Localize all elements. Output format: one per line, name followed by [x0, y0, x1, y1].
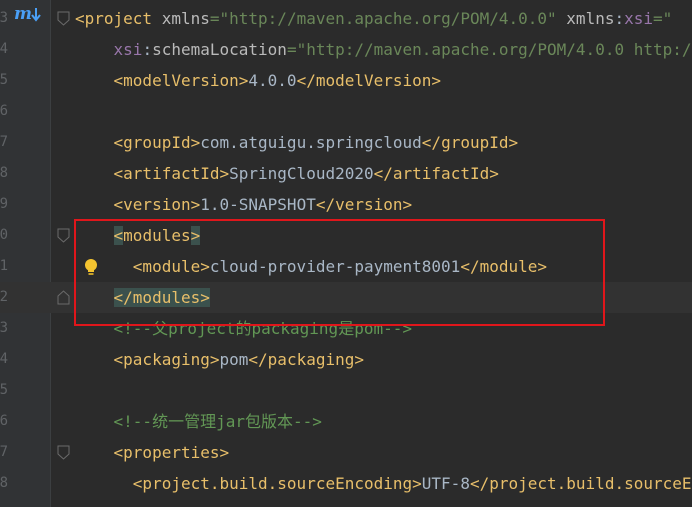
- line-number: 2: [0, 289, 8, 305]
- code-token: <project: [75, 9, 162, 28]
- code-token: <modelVersion>: [113, 71, 249, 90]
- code-token: ="http://maven.apache.org/POM/4.0.0 http…: [286, 40, 692, 59]
- code-token: <!--统一管理jar包版本-->: [113, 412, 322, 431]
- code-line[interactable]: 5 <modelVersion>4.0.0</modelVersion>: [0, 65, 692, 96]
- line-number: 7: [0, 134, 8, 150]
- code-token: SpringCloud2020: [229, 164, 374, 183]
- code-token: 4.0.0: [248, 71, 297, 90]
- code-token: xsi: [113, 40, 143, 59]
- code-line[interactable]: 6: [0, 96, 692, 127]
- line-number: 1: [0, 258, 8, 274]
- code-token: <packaging>: [113, 350, 220, 369]
- code-token: <properties>: [113, 443, 230, 462]
- code-text: <groupId>com.atguigu.springcloud</groupI…: [75, 127, 519, 158]
- code-line[interactable]: 4 xsi:schemaLocation="http://maven.apach…: [0, 34, 692, 65]
- fold-marker-icon[interactable]: [57, 228, 70, 243]
- code-token: </groupId>: [421, 133, 519, 152]
- code-text: <modelVersion>4.0.0</modelVersion>: [75, 65, 442, 96]
- code-token: <version>: [113, 195, 201, 214]
- code-line[interactable]: 3 <project xmlns="http://maven.apache.org…: [0, 3, 692, 34]
- code-line[interactable]: 4 <packaging>pom</packaging>: [0, 344, 692, 375]
- line-number: 6: [0, 103, 8, 119]
- line-number: 7: [0, 444, 8, 460]
- code-text: <properties>: [75, 437, 230, 468]
- code-text: <artifactId>SpringCloud2020</artifactId>: [75, 158, 499, 189]
- line-number: 8: [0, 165, 8, 181]
- code-token: </packaging>: [248, 350, 364, 369]
- code-token: </modelVersion>: [296, 71, 442, 90]
- line-number: 4: [0, 351, 8, 367]
- fold-marker-icon[interactable]: [57, 290, 70, 305]
- code-line[interactable]: 9 <version>1.0-SNAPSHOT</version>: [0, 189, 692, 220]
- line-number: 6: [0, 413, 8, 429]
- code-text: <packaging>pom</packaging>: [75, 344, 364, 375]
- code-line[interactable]: 6 <!--统一管理jar包版本-->: [0, 406, 692, 437]
- code-token: </version>: [315, 195, 413, 214]
- line-number: 9: [0, 196, 8, 212]
- code-token: com.atguigu.springcloud: [200, 133, 422, 152]
- code-token: =": [653, 9, 673, 28]
- code-token: 1.0-SNAPSHOT: [200, 195, 316, 214]
- line-number: 3: [0, 320, 8, 336]
- fold-marker-icon[interactable]: [57, 11, 70, 26]
- code-token: xsi: [624, 9, 654, 28]
- code-text: <project.build.sourceEncoding>UTF-8</pro…: [75, 468, 692, 499]
- code-line[interactable]: 5: [0, 375, 692, 406]
- code-token: <groupId>: [113, 133, 201, 152]
- code-token: :: [142, 40, 153, 59]
- code-token: :: [614, 9, 625, 28]
- code-token: <artifactId>: [113, 164, 230, 183]
- line-number: 5: [0, 72, 8, 88]
- code-line[interactable]: 7 <properties>: [0, 437, 692, 468]
- fold-marker-icon[interactable]: [57, 445, 70, 460]
- code-text: <version>1.0-SNAPSHOT</version>: [75, 189, 413, 220]
- code-editor[interactable]: m 3 <project xmlns="http://maven.apache.o…: [0, 0, 692, 507]
- code-line[interactable]: 8 <artifactId>SpringCloud2020</artifactI…: [0, 158, 692, 189]
- code-text: <!--统一管理jar包版本-->: [75, 406, 322, 437]
- code-token: schemaLocation: [152, 40, 287, 59]
- line-number: 3: [0, 10, 8, 26]
- line-number: 0: [0, 227, 8, 243]
- code-token: xmlns: [161, 9, 210, 28]
- code-token: xmlns: [566, 9, 615, 28]
- code-text: <project xmlns="http://maven.apache.org/…: [75, 3, 672, 34]
- code-token: pom: [219, 350, 249, 369]
- annotation-highlight-box: [74, 219, 605, 326]
- line-number: 4: [0, 41, 8, 57]
- code-text: xsi:schemaLocation="http://maven.apache.…: [75, 34, 692, 65]
- code-line[interactable]: 7 <groupId>com.atguigu.springcloud</grou…: [0, 127, 692, 158]
- code-token: </project.build.sourceE: [469, 474, 692, 493]
- code-token: ="http://maven.apache.org/POM/4.0.0": [209, 9, 567, 28]
- code-token: UTF-8: [421, 474, 470, 493]
- code-line[interactable]: 8 <project.build.sourceEncoding>UTF-8</p…: [0, 468, 692, 499]
- code-token: <project.build.sourceEncoding>: [132, 474, 422, 493]
- code-token: </artifactId>: [373, 164, 499, 183]
- line-number: 8: [0, 475, 8, 491]
- line-number: 5: [0, 382, 8, 398]
